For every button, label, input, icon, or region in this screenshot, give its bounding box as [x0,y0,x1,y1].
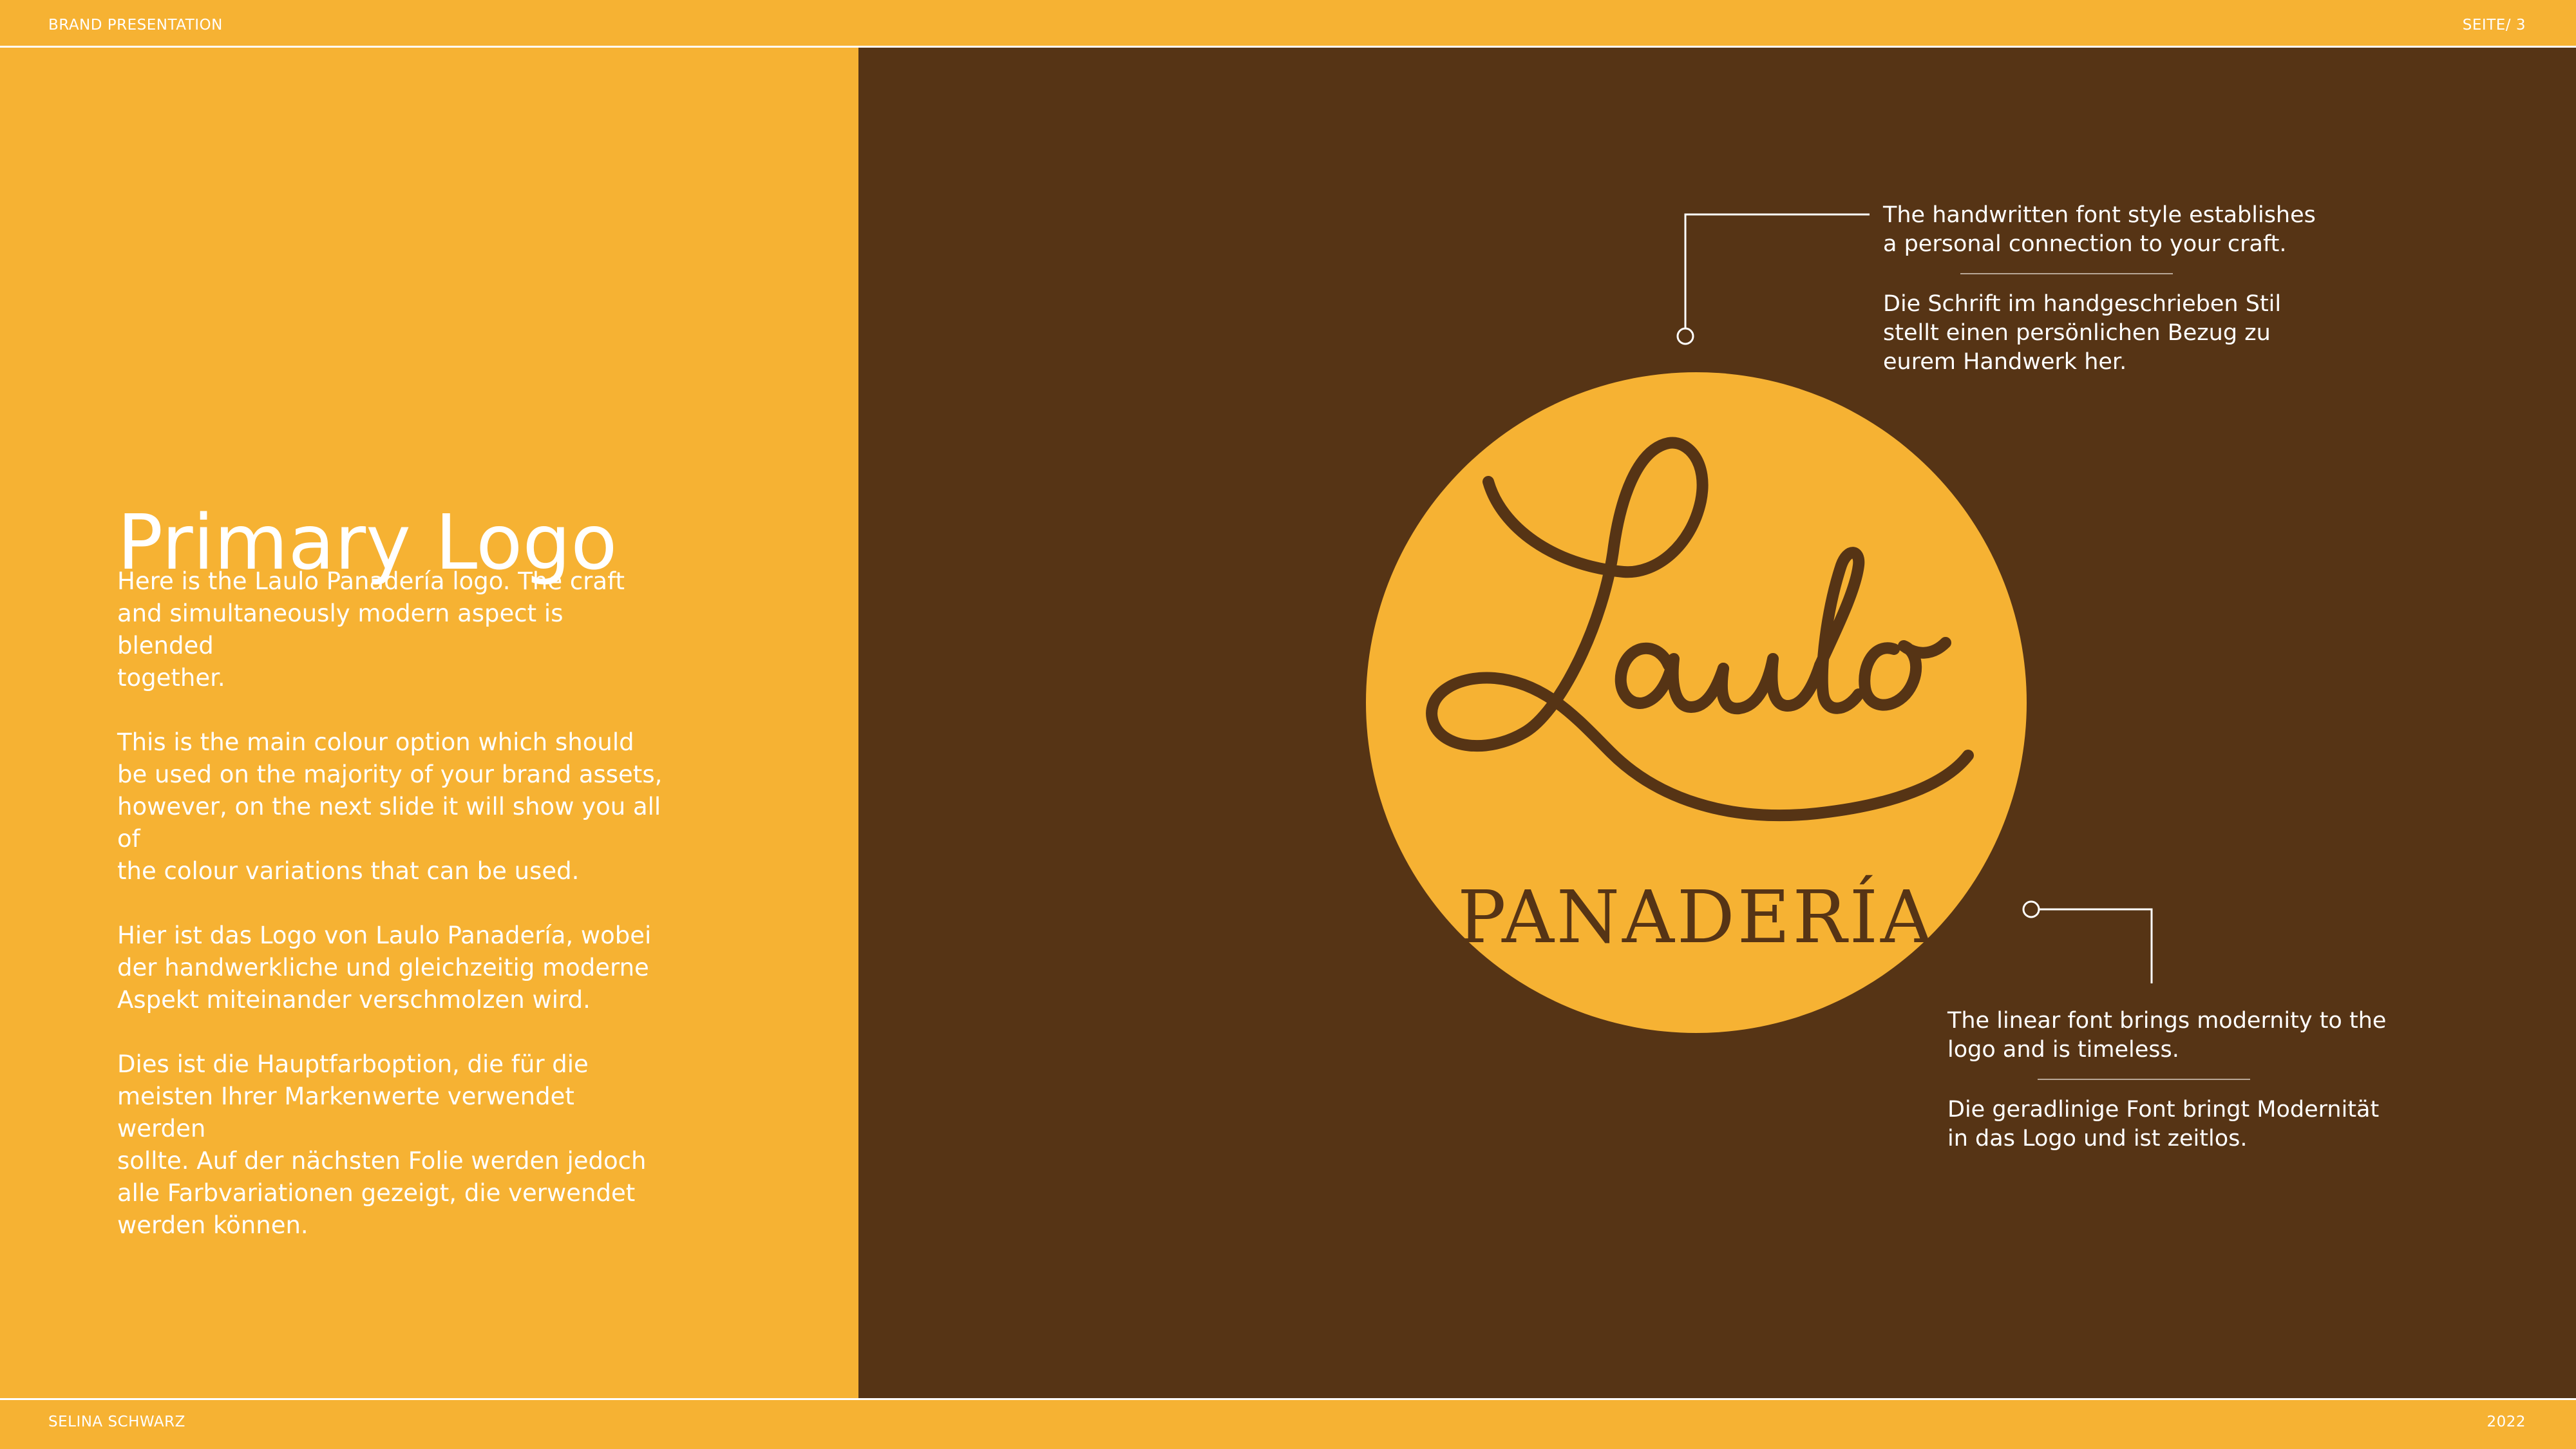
bottom-callout-leader [2022,900,2153,983]
bottom-callout-german: Die geradlinige Font bringt Modernität i… [1947,1097,2380,1151]
bottom-callout-divider [2038,1079,2250,1080]
top-callout-english: The handwritten font style establishes a… [1883,202,2316,257]
top-callout-divider [1960,273,2173,274]
footer-author-label: SELINA SCHWARZ [48,1414,185,1430]
top-callout-leader [1676,213,1870,345]
panaderia-wordmark: PANADERÍA [1457,875,1935,960]
footer-year-label: 2022 [2486,1414,2526,1430]
bottom-callout: The linear font brings modernity to the … [1947,1007,2411,1153]
top-callout-german: Die Schrift im handgeschrieben Stil stel… [1883,291,2282,375]
bottom-callout-english: The linear font brings modernity to the … [1947,1008,2387,1063]
laulo-panaderia-logo: PANADERÍA [1366,372,2027,1033]
footer-divider [0,1398,2576,1400]
top-callout: The handwritten font style establishes a… [1883,201,2347,377]
